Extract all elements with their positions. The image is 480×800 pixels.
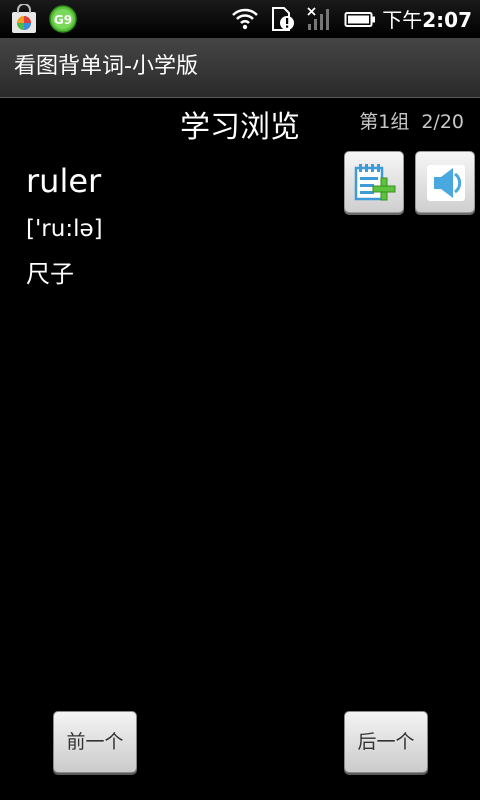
speaker-icon [427,165,465,201]
clock-time: 2:07 [422,8,472,32]
play-sound-button[interactable] [415,151,475,213]
next-button[interactable]: 后一个 [344,711,428,773]
add-to-wordbook-button[interactable] [344,151,404,213]
word-text: ruler [26,162,102,200]
svg-text:G9: G9 [54,13,72,27]
no-signal-icon [307,7,329,30]
progress-counter: 2/20 [421,111,464,133]
wifi-icon [232,8,258,30]
previous-button[interactable]: 前一个 [53,711,137,773]
app-title: 看图背单词-小学版 [14,54,198,79]
group-label: 第1组 [359,111,410,133]
status-clock: 下午2:07 [382,7,472,33]
sd-card-alert-icon [272,7,294,31]
add-to-wordbook-icon [354,164,396,201]
status-bar: G9 下午2:07 [0,0,480,38]
clock-period: 下午 [382,8,423,32]
app-title-bar: 看图背单词-小学版 [0,38,480,98]
battery-icon [344,12,375,27]
meaning-text: 尺子 [26,260,74,288]
phonetic-text: ['ru:lə] [26,216,103,242]
go-launcher-icon: G9 [49,5,77,33]
shopping-bag-icon [12,4,36,33]
group-progress: 第1组 2/20 [359,108,464,136]
